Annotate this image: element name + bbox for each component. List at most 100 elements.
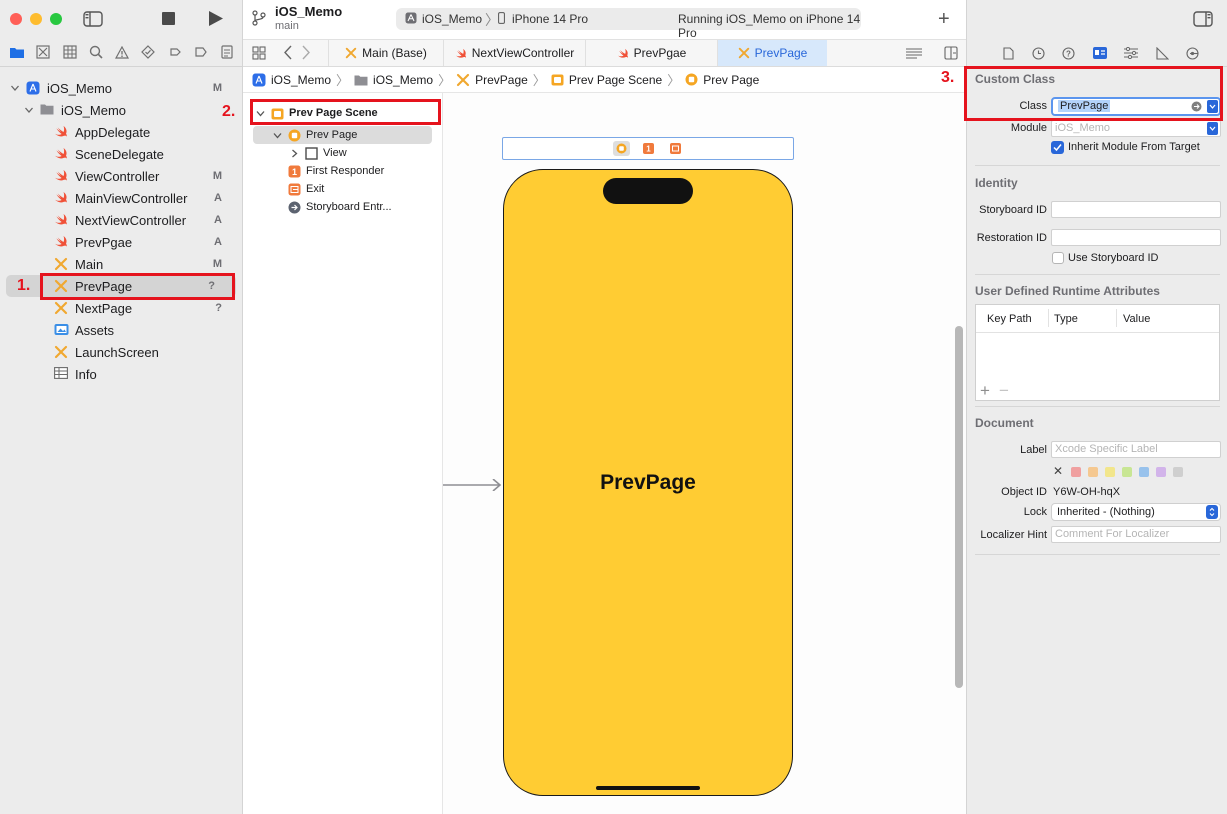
add-editor-icon[interactable] [944,46,958,60]
color-swatch[interactable] [1122,467,1132,477]
add-icon[interactable]: + [938,9,950,29]
chevron-down-icon[interactable] [10,83,20,93]
chevron-down-icon[interactable] [24,105,34,115]
project-navigator-tab-icon[interactable] [8,43,26,61]
navigator-item-main[interactable]: Main M [0,253,243,275]
editor-options-icon[interactable] [906,48,922,59]
outline-item-label: View [323,147,347,159]
clear-color-icon[interactable]: ✕ [1053,464,1063,478]
breakpoint-navigator-tab-icon[interactable] [192,43,210,61]
localizer-hint-field[interactable]: Comment For Localizer [1051,526,1221,543]
stop-icon[interactable] [162,12,175,25]
source-control-tab-icon[interactable] [34,43,52,61]
use-storyboard-id-checkbox[interactable] [1052,252,1064,264]
document-heading: Document [975,416,1034,430]
lock-popup[interactable]: Inherited - (Nothing) [1051,503,1221,521]
navigator-item-nextpage[interactable]: NextPage? [0,297,243,319]
column-header[interactable]: Key Path [987,313,1032,325]
interface-builder-canvas[interactable]: 1 PrevPage [443,93,966,814]
editor-tab-prevpgae[interactable]: PrevPgae [585,40,717,66]
navigator-item-prevpgae[interactable]: PrevPgae A [0,231,243,253]
outline-item-exit[interactable]: Exit [243,180,443,198]
forward-chevron-icon[interactable] [302,45,311,60]
report-navigator-tab-icon[interactable] [218,43,236,61]
navigator-item-ios-memo[interactable]: iOS_Memo [0,99,243,121]
entry-arrow [443,479,503,491]
inspector-toggle-icon[interactable] [1193,11,1213,27]
back-chevron-icon[interactable] [283,45,292,60]
module-field[interactable]: iOS_Memo [1051,120,1221,137]
navigator-item-mainviewcontroller[interactable]: MainViewController A [0,187,243,209]
source-control-status: M [212,170,222,182]
debug-navigator-tab-icon[interactable] [166,43,184,61]
remove-attribute-icon[interactable]: − [999,382,1009,399]
identity-inspector-icon[interactable] [1092,47,1107,59]
storyboard-id-field[interactable] [1051,201,1221,218]
color-swatch[interactable] [1156,467,1166,477]
dock-exit-icon[interactable] [670,143,681,154]
color-swatch[interactable] [1088,467,1098,477]
issue-navigator-tab-icon[interactable] [113,43,131,61]
column-header[interactable]: Value [1123,313,1150,325]
minimize-window-button[interactable] [30,13,42,25]
editor-tab-prevpage[interactable]: PrevPage [717,40,827,66]
connections-inspector-icon[interactable] [1186,46,1199,60]
scene-dock[interactable]: 1 [502,137,794,160]
outline-item-first-responder[interactable]: 1 First Responder [243,162,443,180]
navigator-item-assets[interactable]: Assets [0,319,243,341]
scheme-target-label[interactable]: iOS_Memo [422,12,482,26]
navigator-item-launchscreen[interactable]: LaunchScreen [0,341,243,363]
breadcrumb-item[interactable]: PrevPage [456,73,528,87]
grid-icon[interactable] [252,46,266,60]
color-swatch[interactable] [1071,467,1081,477]
breadcrumb-item[interactable]: iOS_Memo [354,73,433,87]
runtime-attributes-table[interactable]: Key Path Type Value + − [975,304,1220,401]
navigator-item-info[interactable]: Info [0,363,243,385]
outline-item-storyboard-entry[interactable]: Storyboard Entr... [243,198,443,216]
navigator-item-nextviewcontroller[interactable]: NextViewController A [0,209,243,231]
inherit-module-checkbox[interactable] [1051,141,1064,154]
symbol-navigator-tab-icon[interactable] [61,43,79,61]
swift-file-icon [54,125,68,139]
editor-tab-nextviewcontroller[interactable]: NextViewController [443,40,585,66]
help-inspector-icon[interactable]: ? [1062,46,1075,60]
zoom-window-button[interactable] [50,13,62,25]
attributes-inspector-icon[interactable] [1124,47,1138,59]
navigator-item-ios-memo[interactable]: iOS_Memo M [0,77,243,99]
dock-first-responder-icon[interactable]: 1 [643,143,654,154]
run-icon[interactable] [208,11,223,26]
chevron-right-icon: 〉 [438,73,452,88]
navigator-item-viewcontroller[interactable]: ViewController M [0,165,243,187]
scheme-activity-bar[interactable]: iOS_Memo 〉 iPhone 14 Pro Running iOS_Mem… [396,8,861,40]
navigator-item-appdelegate[interactable]: AppDelegate [0,121,243,143]
restoration-id-field[interactable] [1051,229,1221,246]
find-navigator-tab-icon[interactable] [87,43,105,61]
column-header[interactable]: Type [1054,313,1078,325]
color-swatch[interactable] [1105,467,1115,477]
dock-controller-icon[interactable] [613,141,630,156]
navigator-item-scenedelegate[interactable]: SceneDelegate [0,143,243,165]
add-attribute-icon[interactable]: + [980,382,990,399]
screen-title-label[interactable]: PrevPage [504,471,792,495]
device-label[interactable]: iPhone 14 Pro [512,12,588,26]
size-inspector-icon[interactable] [1155,46,1169,60]
close-window-button[interactable] [10,13,22,25]
vertical-scrollbar[interactable] [955,326,963,688]
lock-label: Lock [1023,506,1047,518]
file-inspector-icon[interactable] [1003,46,1014,60]
color-swatch[interactable] [1139,467,1149,477]
history-inspector-icon[interactable] [1031,46,1045,60]
editor-tab-main-base[interactable]: Main (Base) [328,40,443,66]
navigator-item-label: PrevPgae [75,234,133,250]
breadcrumb-item[interactable]: Prev Page [685,73,759,87]
breadcrumb-item[interactable]: Prev Page Scene [551,73,662,87]
test-navigator-tab-icon[interactable] [139,43,157,61]
sidebar-toggle-icon[interactable] [83,11,103,27]
outline-controller-row[interactable]: Prev Page [253,126,432,144]
breadcrumb-item[interactable]: iOS_Memo [252,73,331,87]
color-swatch[interactable] [1173,467,1183,477]
doc-label-field[interactable]: Xcode Specific Label [1051,441,1221,458]
outline-item-view[interactable]: View [243,144,443,162]
module-dropdown-button[interactable] [1207,122,1218,135]
iphone-screen[interactable]: PrevPage [503,169,793,796]
